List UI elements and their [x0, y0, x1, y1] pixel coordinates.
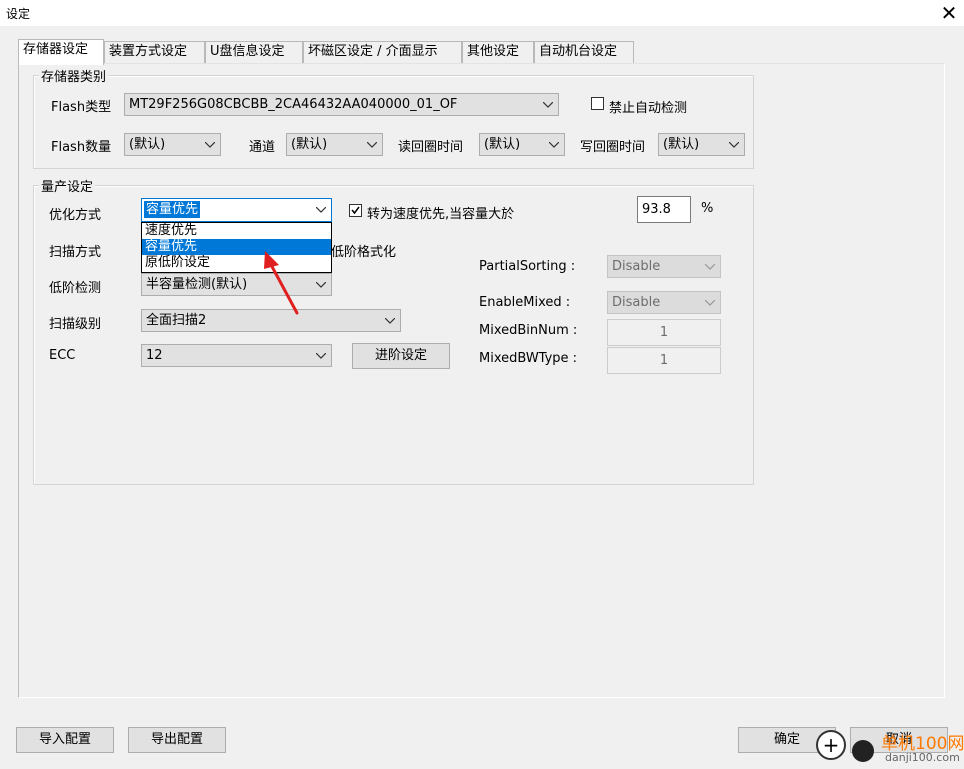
ecc-label: ECC — [49, 348, 76, 363]
lowlevel-detect-value: 半容量检测(默认) — [146, 277, 248, 292]
chevron-down-icon — [728, 134, 740, 155]
write-cycle-select[interactable]: (默认) — [658, 133, 745, 156]
speed-switch-threshold-input[interactable]: 93.8 — [637, 196, 691, 223]
tab-device-mode[interactable]: 装置方式设定 — [104, 41, 205, 63]
mixed-bin-num-input[interactable]: 1 — [607, 319, 721, 346]
optimize-value: 容量优先 — [144, 201, 201, 218]
chevron-down-icon — [366, 134, 378, 155]
tab-storage[interactable]: 存储器设定 — [18, 39, 104, 65]
optimize-select[interactable]: 容量优先 — [141, 198, 332, 222]
flash-type-value: MT29F256G08CBCBB_2CA46432AA040000_01_OF — [129, 97, 458, 112]
export-config-button[interactable]: 导出配置 — [128, 727, 226, 753]
scan-mode-label: 扫描方式 — [49, 245, 102, 260]
chevron-down-icon — [315, 274, 327, 295]
enable-mixed-select[interactable]: Disable — [607, 291, 721, 314]
production-legend: 量产设定 — [39, 176, 96, 195]
flash-type-select[interactable]: MT29F256G08CBCBB_2CA46432AA040000_01_OF — [124, 93, 559, 116]
optimize-label: 优化方式 — [49, 208, 102, 223]
scan-level-label: 扫描级别 — [49, 317, 102, 332]
channel-label: 通道 — [249, 140, 276, 155]
lowlevel-detect-label: 低阶检测 — [49, 281, 102, 296]
flash-count-select[interactable]: (默认) — [124, 133, 221, 156]
tab-bad-block[interactable]: 坏磁区设定 / 介面显示 — [303, 41, 462, 63]
mixed-bin-num-label: MixedBinNum : — [479, 323, 578, 338]
optimize-option-speed[interactable]: 速度优先 — [142, 223, 331, 239]
chevron-down-icon — [315, 199, 327, 220]
read-cycle-value: (默认) — [484, 137, 521, 152]
window-title: 设定 — [6, 7, 31, 21]
tab-auto-machine[interactable]: 自动机台设定 — [534, 41, 634, 63]
percent-label: % — [701, 201, 714, 216]
write-cycle-label: 写回圈时间 — [580, 140, 646, 155]
chevron-down-icon — [315, 345, 327, 366]
annotation-arrow-icon — [264, 251, 299, 315]
chevron-down-icon — [204, 134, 216, 155]
advanced-settings-button[interactable]: 进阶设定 — [352, 343, 450, 369]
chevron-down-icon — [548, 134, 560, 155]
checkmark-icon — [351, 206, 360, 215]
scan-level-value: 全面扫描2 — [146, 313, 207, 328]
chevron-down-icon — [704, 256, 716, 277]
flash-count-label: Flash数量 — [51, 140, 112, 155]
storage-type-legend: 存储器类别 — [39, 66, 109, 85]
partial-sorting-label: PartialSorting : — [479, 259, 576, 274]
title-bar — [0, 0, 964, 26]
lowlevel-format-label: 低阶格式化 — [331, 245, 397, 260]
mixed-bw-type-input[interactable]: 1 — [607, 347, 721, 374]
enable-mixed-value: Disable — [612, 295, 661, 310]
flash-type-label: Flash类型 — [51, 100, 112, 115]
partial-sorting-value: Disable — [612, 259, 661, 274]
chevron-down-icon — [542, 94, 554, 115]
chevron-down-icon — [704, 292, 716, 313]
watermark-logo-icon: + — [816, 730, 846, 760]
close-icon: ✕ — [940, 1, 958, 25]
disable-autodetect-checkbox[interactable] — [591, 97, 604, 110]
tab-other[interactable]: 其他设定 — [462, 41, 534, 63]
ecc-value: 12 — [146, 348, 163, 363]
ecc-select[interactable]: 12 — [141, 344, 332, 367]
channel-value: (默认) — [291, 137, 328, 152]
watermark-url: danji100.com — [885, 751, 960, 764]
speed-switch-checkbox[interactable] — [349, 204, 362, 217]
flash-count-value: (默认) — [129, 137, 166, 152]
read-cycle-select[interactable]: (默认) — [479, 133, 565, 156]
tab-udisk-info[interactable]: U盘信息设定 — [205, 41, 303, 63]
close-button[interactable]: ✕ — [934, 0, 964, 26]
speed-switch-label: 转为速度优先,当容量大於 — [367, 207, 515, 222]
read-cycle-label: 读回圈时间 — [398, 140, 464, 155]
write-cycle-value: (默认) — [663, 137, 700, 152]
import-config-button[interactable]: 导入配置 — [16, 727, 114, 753]
chevron-down-icon — [384, 310, 396, 331]
partial-sorting-select[interactable]: Disable — [607, 255, 721, 278]
channel-select[interactable]: (默认) — [286, 133, 383, 156]
enable-mixed-label: EnableMixed : — [479, 295, 571, 310]
mixed-bw-type-label: MixedBWType : — [479, 351, 578, 366]
watermark-dot-icon — [852, 740, 874, 762]
disable-autodetect-label: 禁止自动检测 — [609, 101, 688, 116]
